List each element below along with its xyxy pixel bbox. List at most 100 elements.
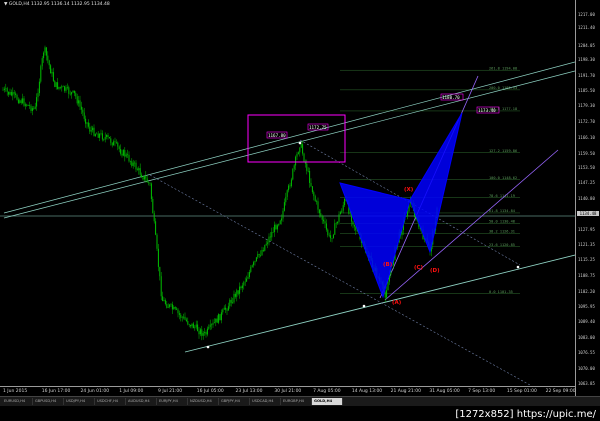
fib-level-label: 78.6 1141.19: [489, 194, 515, 198]
candle-body: [43, 52, 45, 59]
candle-body: [274, 224, 276, 233]
pattern-point-x: (X): [404, 187, 414, 193]
candle-body: [99, 133, 101, 138]
chart-tab[interactable]: EURGBP,H4: [281, 398, 312, 405]
candle-body: [171, 304, 173, 310]
chart-tab[interactable]: GOLD,H4: [312, 398, 343, 405]
candle-body: [71, 92, 73, 95]
candle-body: [300, 144, 302, 148]
chart-tab[interactable]: AUDUSD,H4: [126, 398, 157, 405]
price-tick-label: 1127.95: [578, 226, 595, 232]
fib-level-label: 261.8 1194.08: [489, 66, 517, 70]
candle-body: [181, 317, 183, 318]
candle-body: [257, 254, 259, 258]
chart-tab[interactable]: GBPUSD,H4: [33, 398, 64, 405]
candle-body: [349, 213, 351, 215]
candle-body: [327, 229, 329, 236]
price-tick-label: 1185.50: [578, 87, 595, 93]
price-tick-label: 1115.25: [578, 257, 595, 263]
chart-tab[interactable]: EURJPY,H4: [157, 398, 188, 405]
candle-body: [324, 221, 326, 224]
candle-body: [22, 98, 24, 103]
candle-body: [157, 248, 159, 267]
candle-body: [30, 105, 32, 111]
box-label-2: 1172.75: [309, 125, 327, 130]
candle-body: [100, 133, 102, 134]
candle-body: [310, 182, 312, 187]
candle-body: [328, 235, 330, 236]
candle-body: [271, 232, 273, 238]
chart-tab[interactable]: NZDUSD,H4: [188, 398, 219, 405]
candle-body: [24, 104, 26, 106]
candle-body: [106, 134, 108, 137]
candle-body: [148, 182, 150, 184]
candle-body: [330, 235, 332, 239]
time-tick-label: 16 Jun 17:00: [41, 389, 71, 394]
candle-body: [192, 323, 194, 329]
candle-body: [198, 331, 200, 335]
candle-body: [139, 168, 141, 175]
candle-body: [164, 300, 166, 305]
candle-body: [107, 134, 109, 138]
candle-body: [5, 88, 7, 89]
candle-body: [246, 278, 248, 282]
candle-body: [138, 168, 140, 171]
candle-body: [317, 201, 319, 210]
fib-level-label: 38.2 1126.31: [489, 230, 515, 234]
candle-body: [16, 94, 18, 100]
candle-body: [344, 198, 346, 206]
candle-body: [216, 318, 218, 323]
chart-tab[interactable]: GBPJPY,H4: [219, 398, 250, 405]
price-plot[interactable]: 261.8 1194.08200.0 1185.93161.8 1177.181…: [0, 0, 575, 386]
anchor-dot-4[interactable]: [298, 141, 302, 145]
candle-body: [27, 105, 29, 106]
candle-body: [262, 250, 264, 251]
price-tick-label: 1179.30: [578, 102, 595, 108]
candle-body: [275, 224, 277, 230]
candle-body: [159, 266, 161, 277]
candle-body: [141, 174, 143, 178]
candle-body: [254, 261, 256, 263]
price-axis[interactable]: 1217.00 1211.40 1204.05 1198.30 1191.70 1185.…: [575, 0, 600, 396]
time-tick-label: 31 Aug 05:00: [429, 389, 460, 394]
target-label-2: 1173.40: [478, 108, 496, 113]
candle-body: [135, 162, 137, 170]
candle-body: [241, 285, 243, 289]
chart-tab[interactable]: USDCHF,H4: [95, 398, 126, 405]
candle-body: [292, 168, 294, 180]
candle-body: [13, 92, 15, 94]
candle-body: [120, 149, 122, 154]
candle-body: [197, 324, 199, 332]
candle-body: [78, 100, 80, 104]
candle-body: [199, 329, 201, 335]
candle-body: [386, 290, 388, 298]
candle-body: [33, 108, 35, 109]
anchor-dot-3[interactable]: [516, 265, 520, 269]
candle-body: [57, 82, 59, 89]
candle-body: [230, 299, 232, 303]
harmonic-pattern-bcd[interactable]: [409, 112, 463, 254]
chart-tab[interactable]: USDCAD,H4: [250, 398, 281, 405]
price-tick-label: 1095.95: [578, 303, 595, 309]
chart-tab[interactable]: USDJPY,H4: [64, 398, 95, 405]
candle-body: [103, 139, 105, 141]
candle-body: [227, 306, 229, 311]
candle-body: [132, 162, 134, 166]
anchor-dot-2[interactable]: [362, 304, 366, 308]
candle-body: [288, 185, 290, 191]
candle-body: [201, 329, 203, 336]
candle-body: [155, 221, 157, 235]
price-tick-label: 1089.40: [578, 319, 595, 325]
price-tick-label: 1204.05: [578, 43, 595, 49]
candle-body: [205, 332, 207, 335]
anchor-dot-1[interactable]: [206, 345, 210, 349]
candle-body: [122, 150, 124, 156]
candle-body: [72, 90, 74, 93]
candle-body: [121, 153, 123, 156]
pattern-point-d: (D): [430, 268, 440, 274]
upper-channel-line[interactable]: [3, 61, 575, 214]
purple-trendline-2[interactable]: [384, 149, 559, 301]
price-tick-label: 1108.75: [578, 272, 595, 278]
chart-tab[interactable]: EURUSD,H4: [2, 398, 33, 405]
candle-body: [339, 212, 341, 215]
